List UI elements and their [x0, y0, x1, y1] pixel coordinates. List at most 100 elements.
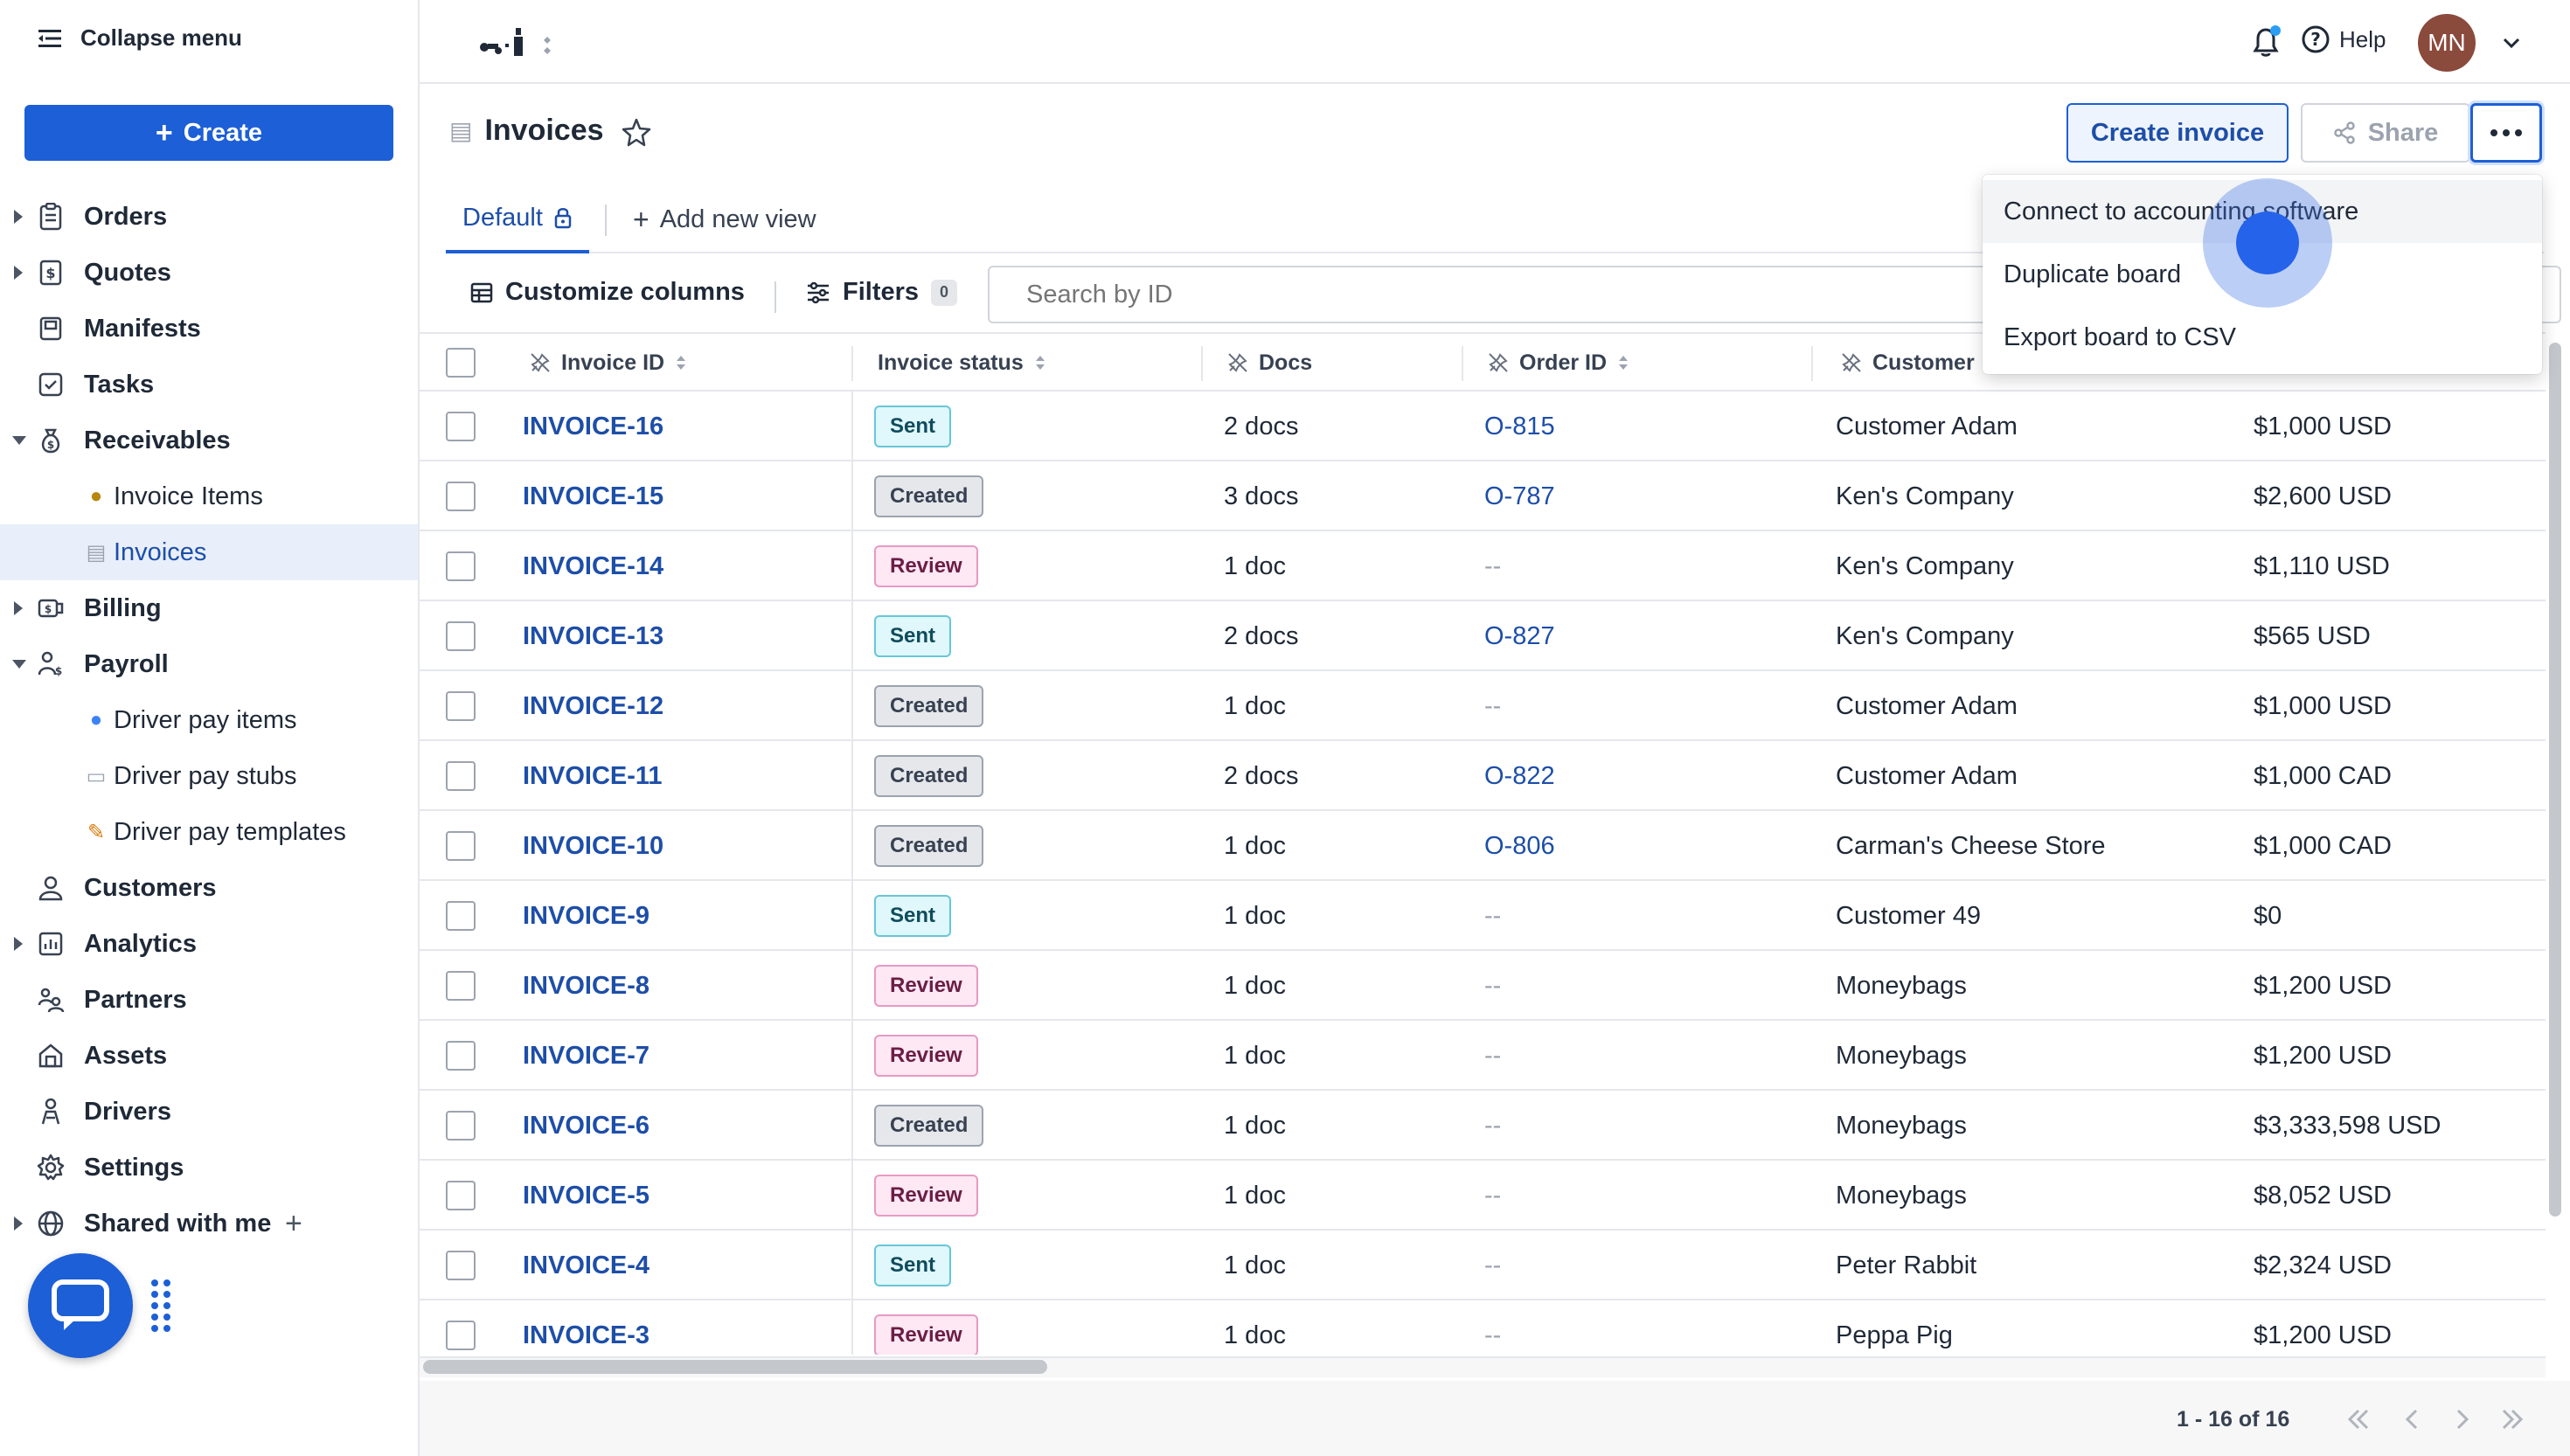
row-checkbox[interactable] — [446, 551, 476, 581]
row-checkbox[interactable] — [446, 1321, 476, 1350]
docs-cell[interactable]: 1 doc — [1224, 881, 1286, 951]
column-header-invoice-status[interactable]: Invoice status — [878, 334, 1046, 392]
row-checkbox[interactable] — [446, 1181, 476, 1210]
row-checkbox[interactable] — [446, 691, 476, 721]
favorite-star-icon[interactable] — [621, 117, 652, 149]
invoice-id-link[interactable]: INVOICE-11 — [523, 741, 663, 811]
table-row[interactable]: INVOICE-16 Sent 2 docs O-815 Customer Adam $1… — [420, 392, 2546, 461]
sidebar-item-manifests[interactable]: Manifests — [0, 301, 418, 357]
last-page-icon[interactable] — [2497, 1404, 2528, 1435]
invoice-id-link[interactable]: INVOICE-15 — [523, 461, 663, 531]
row-checkbox[interactable] — [446, 482, 476, 511]
table-row[interactable]: INVOICE-12 Created 1 doc -- Customer Adam $1,… — [420, 671, 2546, 741]
invoice-id-link[interactable]: INVOICE-13 — [523, 601, 663, 671]
invoice-id-link[interactable]: INVOICE-9 — [523, 881, 649, 951]
docs-cell[interactable]: 1 doc — [1224, 1231, 1286, 1300]
menu-item-duplicate-board[interactable]: Duplicate board — [1983, 243, 2542, 306]
table-row[interactable]: INVOICE-15 Created 3 docs O-787 Ken's Compan… — [420, 461, 2546, 531]
caret-down-icon[interactable] — [12, 660, 26, 669]
invoice-id-link[interactable]: INVOICE-7 — [523, 1021, 649, 1091]
sidebar-item-driver-pay-stubs[interactable]: ▭ Driver pay stubs — [0, 748, 418, 804]
row-select-cell[interactable] — [446, 1300, 476, 1355]
order-id-link[interactable]: O-806 — [1484, 811, 1555, 881]
sidebar-item-assets[interactable]: Assets — [0, 1028, 418, 1084]
row-select-cell[interactable] — [446, 951, 476, 1021]
table-row[interactable]: INVOICE-6 Created 1 doc -- Moneybags $3,333,5… — [420, 1091, 2546, 1161]
row-checkbox[interactable] — [446, 621, 476, 651]
row-select-cell[interactable] — [446, 461, 476, 531]
sidebar-item-billing[interactable]: $ Billing — [0, 580, 418, 636]
row-checkbox[interactable] — [446, 1041, 476, 1071]
table-row[interactable]: INVOICE-13 Sent 2 docs O-827 Ken's Company $5… — [420, 601, 2546, 671]
table-row[interactable]: INVOICE-11 Created 2 docs O-822 Customer Ada… — [420, 741, 2546, 811]
caret-down-icon[interactable] — [12, 436, 26, 445]
sidebar-item-settings[interactable]: Settings — [0, 1140, 418, 1196]
invoice-id-link[interactable]: INVOICE-12 — [523, 671, 663, 741]
invoice-id-link[interactable]: INVOICE-4 — [523, 1231, 649, 1300]
sidebar-item-receivables[interactable]: $ Receivables — [0, 413, 418, 468]
column-header-customer[interactable]: Customer — [1841, 334, 1975, 392]
sidebar-item-driver-pay-templates[interactable]: ✎ Driver pay templates — [0, 804, 418, 860]
row-select-cell[interactable] — [446, 1161, 476, 1231]
share-button[interactable]: Share — [2301, 103, 2470, 163]
sidebar-item-analytics[interactable]: Analytics — [0, 916, 418, 972]
caret-right-icon[interactable] — [14, 937, 23, 951]
row-checkbox[interactable] — [446, 901, 476, 931]
caret-right-icon[interactable] — [14, 1217, 23, 1231]
docs-cell[interactable]: 1 doc — [1224, 531, 1286, 601]
docs-cell[interactable]: 3 docs — [1224, 461, 1298, 531]
sidebar-item-drivers[interactable]: Drivers — [0, 1084, 418, 1140]
table-row[interactable]: INVOICE-4 Sent 1 doc -- Peter Rabbit $2,324 U… — [420, 1231, 2546, 1300]
row-checkbox[interactable] — [446, 412, 476, 441]
row-checkbox[interactable] — [446, 1251, 476, 1280]
invoice-id-link[interactable]: INVOICE-5 — [523, 1161, 649, 1231]
column-header-docs[interactable]: Docs — [1227, 334, 1312, 392]
row-select-cell[interactable] — [446, 881, 476, 951]
notification-bell-icon[interactable] — [2247, 23, 2285, 61]
vertical-scrollbar[interactable] — [2549, 343, 2561, 1217]
help-button[interactable]: ? Help — [2301, 24, 2386, 54]
row-select-cell[interactable] — [446, 811, 476, 881]
row-select-cell[interactable] — [446, 1231, 476, 1300]
add-shared-plus-icon[interactable]: + — [285, 1207, 302, 1241]
docs-cell[interactable]: 1 doc — [1224, 1021, 1286, 1091]
sidebar-item-partners[interactable]: Partners — [0, 972, 418, 1028]
order-id-link[interactable]: O-787 — [1484, 461, 1555, 531]
drag-handle-icon[interactable] — [149, 1278, 173, 1334]
sidebar-item-shared-with-me[interactable]: Shared with me + — [0, 1196, 418, 1251]
invoice-id-link[interactable]: INVOICE-8 — [523, 951, 649, 1021]
invoice-id-link[interactable]: INVOICE-14 — [523, 531, 663, 601]
docs-cell[interactable]: 1 doc — [1224, 1161, 1286, 1231]
order-id-link[interactable]: O-815 — [1484, 392, 1555, 461]
table-row[interactable]: INVOICE-9 Sent 1 doc -- Customer 49 $0 — [420, 881, 2546, 951]
user-avatar[interactable]: MN — [2418, 14, 2476, 72]
collapse-menu-button[interactable]: Collapse menu — [38, 24, 242, 52]
row-select-cell[interactable] — [446, 741, 476, 811]
row-checkbox[interactable] — [446, 761, 476, 791]
chevron-down-icon[interactable] — [2500, 31, 2523, 54]
invoice-id-link[interactable]: INVOICE-3 — [523, 1300, 649, 1355]
row-select-cell[interactable] — [446, 601, 476, 671]
column-header-order-id[interactable]: Order ID — [1488, 334, 1629, 392]
sidebar-item-orders[interactable]: Orders — [0, 189, 418, 245]
add-new-view-button[interactable]: + Add new view — [633, 185, 816, 253]
order-id-link[interactable]: O-827 — [1484, 601, 1555, 671]
column-header-invoice-id[interactable]: Invoice ID — [530, 334, 687, 392]
menu-item-connect-accounting[interactable]: Connect to accounting software — [1983, 180, 2542, 243]
row-select-cell[interactable] — [446, 392, 476, 461]
more-options-button[interactable] — [2470, 103, 2542, 163]
docs-cell[interactable]: 1 doc — [1224, 671, 1286, 741]
customize-columns-button[interactable]: Customize columns — [470, 278, 745, 307]
table-row[interactable]: INVOICE-5 Review 1 doc -- Moneybags $8,052 US… — [420, 1161, 2546, 1231]
table-row[interactable]: INVOICE-8 Review 1 doc -- Moneybags $1,200 US… — [420, 951, 2546, 1021]
horizontal-scrollbar[interactable] — [423, 1360, 1047, 1374]
first-page-icon[interactable] — [2343, 1404, 2374, 1435]
row-checkbox[interactable] — [446, 831, 476, 861]
order-id-link[interactable]: O-822 — [1484, 741, 1555, 811]
caret-right-icon[interactable] — [14, 210, 23, 224]
docs-cell[interactable]: 2 docs — [1224, 741, 1298, 811]
docs-cell[interactable]: 1 doc — [1224, 811, 1286, 881]
sidebar-item-payroll[interactable]: $ Payroll — [0, 636, 418, 692]
docs-cell[interactable]: 1 doc — [1224, 1300, 1286, 1355]
previous-page-icon[interactable] — [2397, 1404, 2428, 1435]
